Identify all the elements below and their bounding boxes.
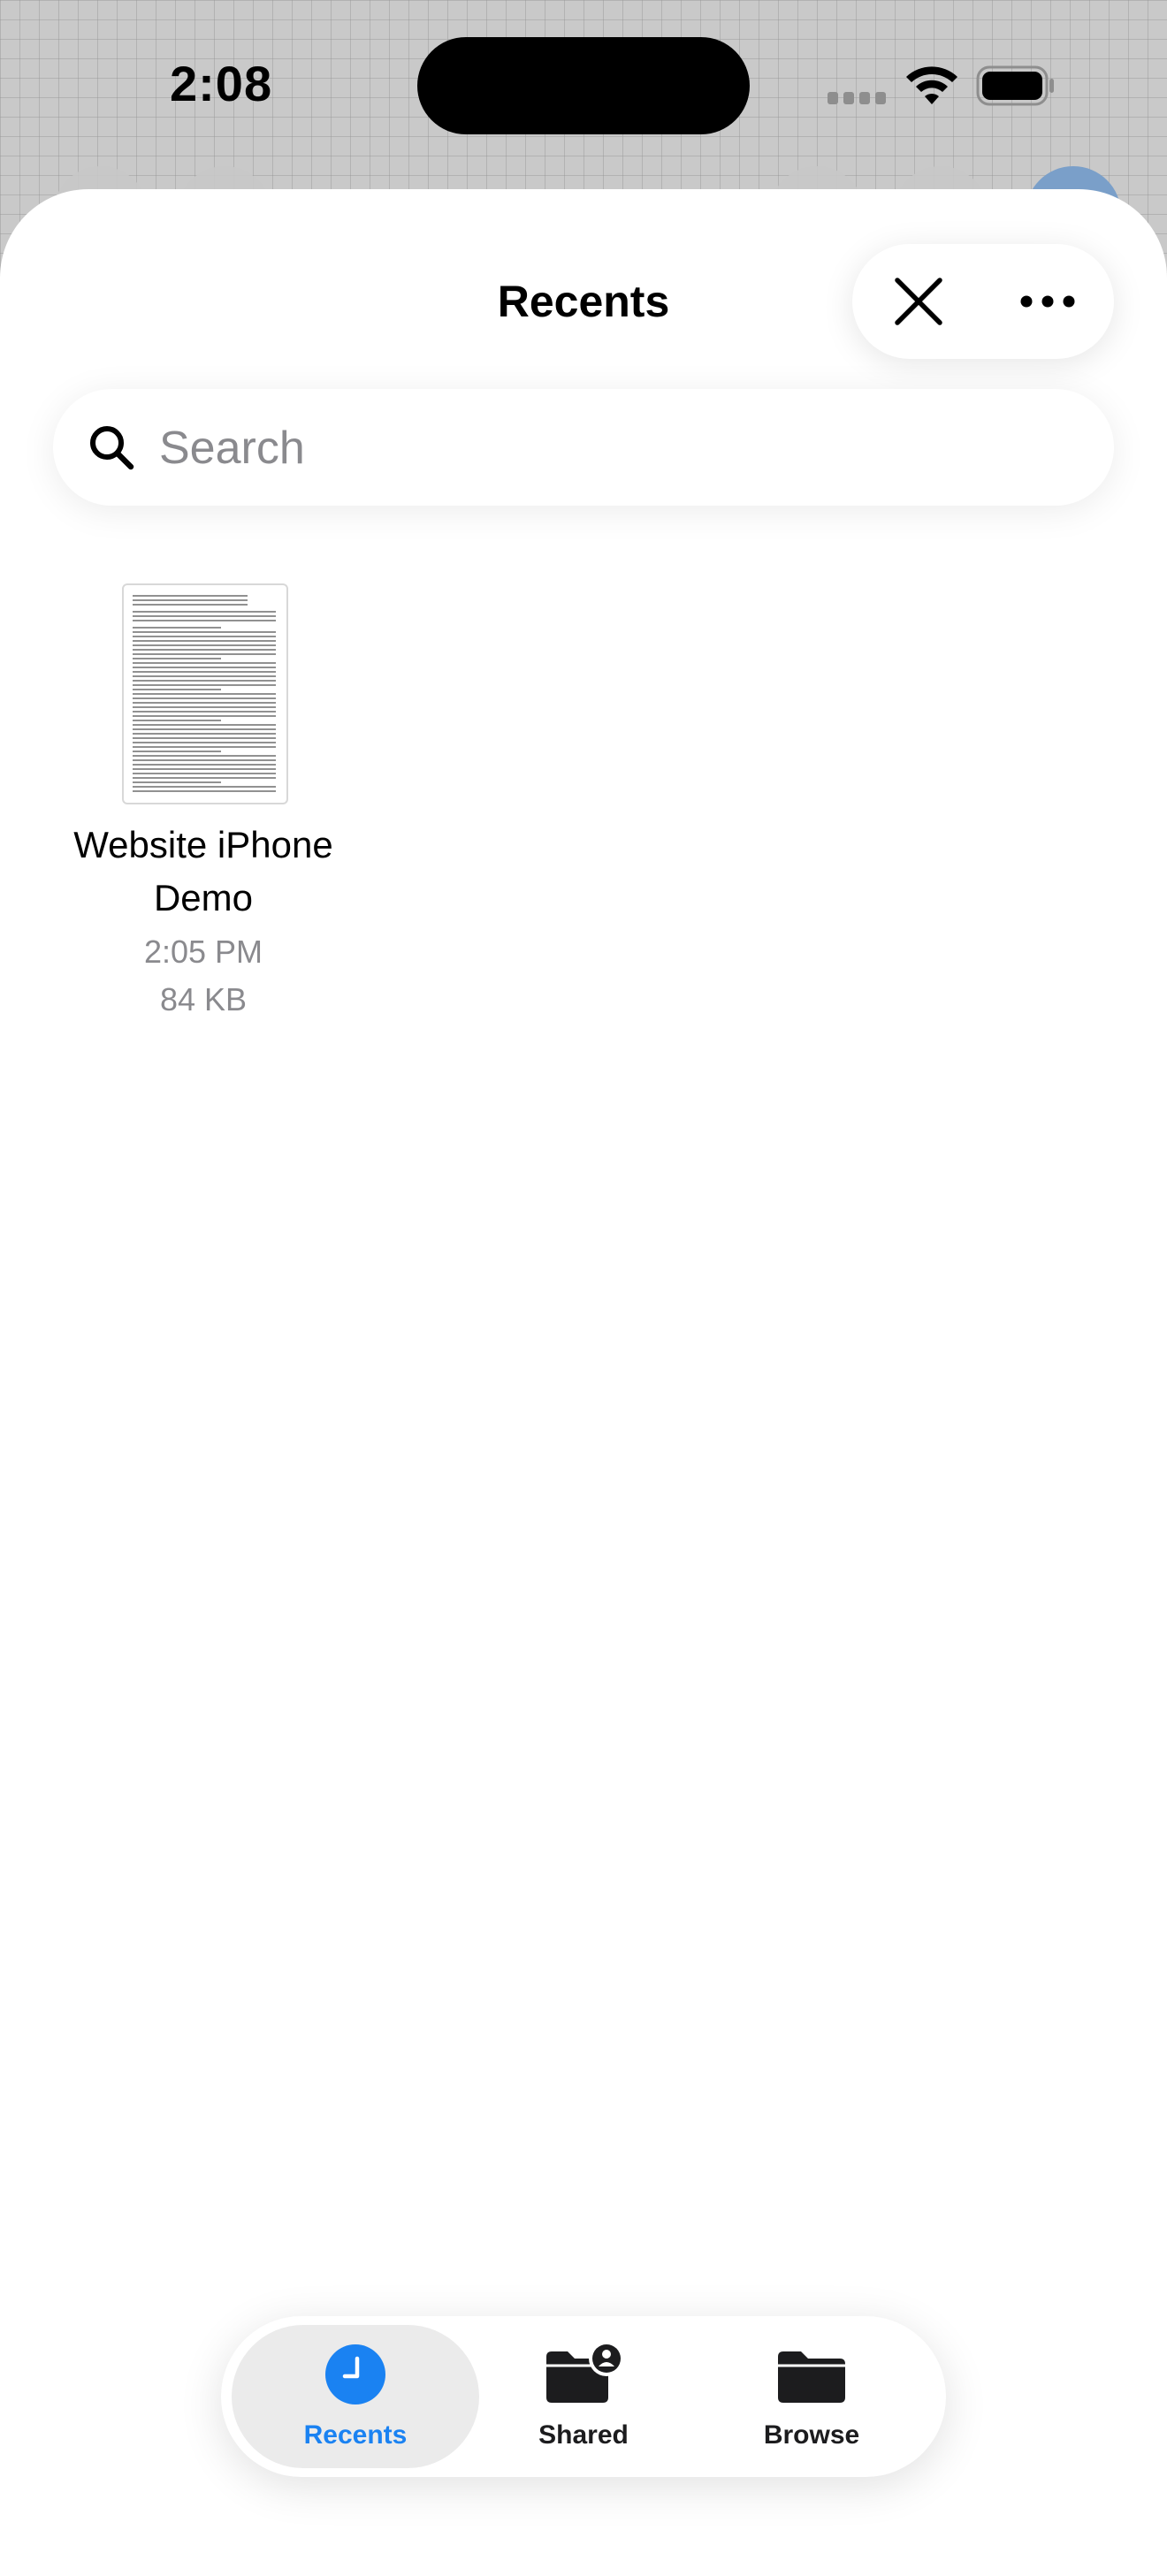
- tab-shared[interactable]: Shared: [460, 2325, 707, 2468]
- close-icon: [895, 278, 942, 325]
- file-item[interactable]: Website iPhone Demo 2:05 PM 84 KB: [35, 575, 371, 1034]
- file-size: 84 KB: [159, 981, 248, 1017]
- battery-icon: [976, 65, 1054, 106]
- file-name: Website iPhone Demo: [73, 824, 333, 918]
- shared-folder-icon: [546, 2343, 624, 2403]
- wifi-icon: [906, 66, 957, 104]
- tab-label: Shared: [538, 2420, 629, 2450]
- ellipsis-icon: [1020, 295, 1075, 308]
- tab-label: Browse: [763, 2420, 860, 2450]
- cellular-signal-icon: [828, 92, 886, 104]
- clock-icon: [325, 2344, 385, 2405]
- dynamic-island: [417, 37, 750, 134]
- tab-label: Recents: [303, 2420, 408, 2450]
- more-button[interactable]: [995, 253, 1100, 350]
- close-button[interactable]: [866, 253, 971, 350]
- search-input[interactable]: [157, 408, 1080, 488]
- files-sheet: [0, 189, 1167, 2576]
- folder-icon: [778, 2351, 845, 2403]
- status-time: 2:08: [170, 56, 273, 111]
- search-icon: [90, 426, 134, 470]
- search-bar[interactable]: [53, 389, 1114, 506]
- header-controls: [852, 244, 1114, 359]
- file-modified-time: 2:05 PM: [143, 934, 263, 970]
- document-thumbnail: [122, 583, 288, 804]
- tab-recents[interactable]: Recents: [232, 2325, 479, 2468]
- tab-browse[interactable]: Browse: [688, 2325, 935, 2468]
- document-text-lines: [133, 595, 276, 792]
- tab-bar: Recents Shared Browse: [221, 2316, 946, 2477]
